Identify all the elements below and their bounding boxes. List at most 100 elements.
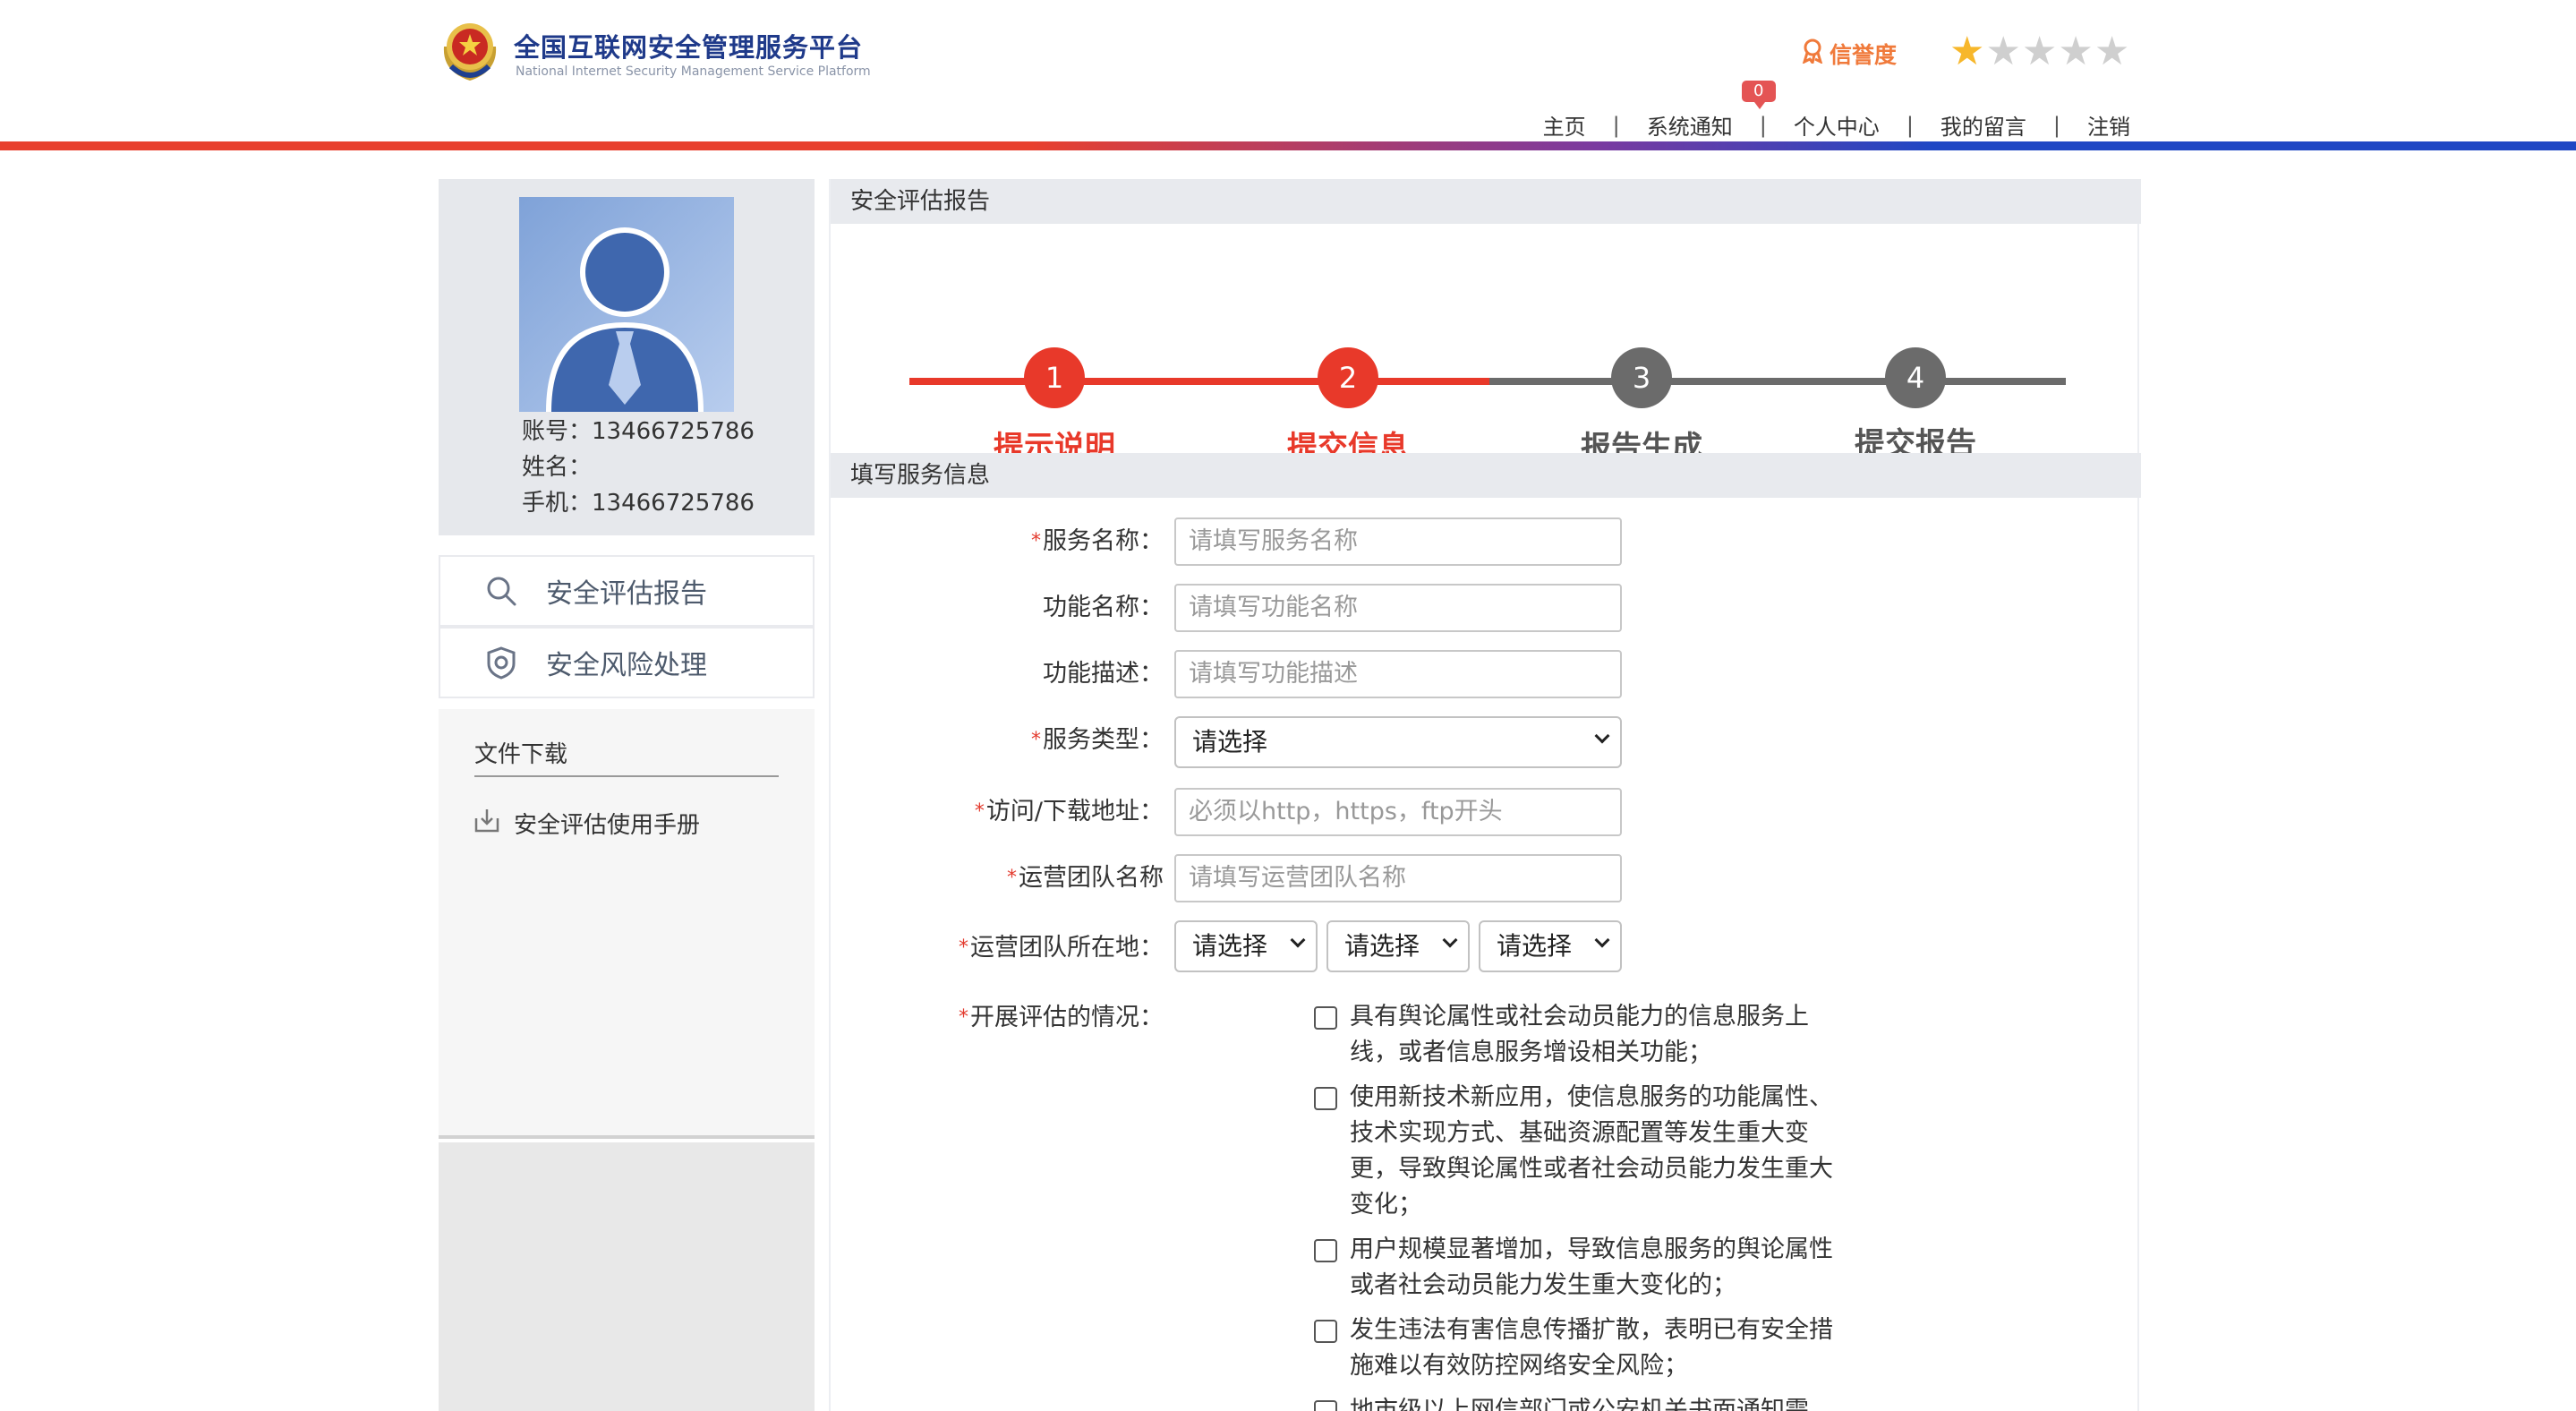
page-title: 安全评估报告 — [831, 179, 2141, 224]
situation-checkbox[interactable] — [1314, 1087, 1337, 1110]
required-asterisk: * — [959, 936, 968, 959]
header-gradient-bar — [0, 141, 2576, 150]
sidebar-filler — [439, 1142, 815, 1411]
file-download-title: 文件下载 — [474, 741, 568, 768]
nav-logout[interactable]: 注销 — [2087, 109, 2130, 141]
download-manual-label: 安全评估使用手册 — [514, 812, 701, 839]
situation-option-text: 用户规模显著增加，导致信息服务的舆论属性或者社会动员能力发生重大变化的； — [1350, 1236, 1833, 1299]
team-name-label: *运营团队名称 — [1007, 858, 1164, 893]
shield-icon — [483, 645, 519, 680]
city-select[interactable]: 请选择 — [1326, 920, 1470, 972]
sidebar-item-label: 安全评估报告 — [546, 578, 707, 610]
sidebar-item-security-report[interactable]: 安全评估报告 — [439, 555, 815, 627]
situation-option-text: 发生违法有害信息传播扩散，表明已有安全措施难以有效防控网络安全风险； — [1350, 1316, 1833, 1380]
situation-option: 地市级以上网信部门或公安机关书面通知需 — [1314, 1393, 1851, 1411]
required-asterisk: * — [974, 800, 985, 823]
function-name-label: 功能名称： — [1043, 594, 1164, 621]
service-type-value: 请选择 — [1192, 727, 1268, 757]
situation-checkbox[interactable] — [1314, 1320, 1337, 1343]
progress-track-pending — [1489, 378, 2066, 385]
nav-separator: | — [1759, 112, 1767, 138]
credit-label: 信誉度 — [1830, 42, 1898, 68]
team-name-input[interactable]: 请填写运营团队名称 — [1174, 854, 1622, 902]
required-asterisk: * — [1031, 530, 1041, 552]
credit-stars: ★ ★ ★ ★ ★ — [1949, 32, 2129, 72]
url-label: *访问/下载地址： — [975, 791, 1164, 826]
situation-label: *开展评估的情况： — [959, 997, 1164, 1032]
situation-option-text: 具有舆论属性或社会动员能力的信息服务上线，或者信息服务增设相关功能； — [1350, 1003, 1809, 1066]
function-desc-input[interactable]: 请填写功能描述 — [1174, 650, 1622, 698]
user-profile-card: 账号：13466725786 姓名： 手机：13466725786 — [439, 179, 815, 535]
nav-my-messages[interactable]: 我的留言 — [1941, 109, 2026, 141]
district-select[interactable]: 请选择 — [1479, 920, 1622, 972]
required-asterisk: * — [1031, 729, 1041, 751]
download-icon — [473, 806, 501, 841]
step-2-circle: 2 — [1318, 347, 1378, 408]
account-text: 账号：13466725786 — [522, 418, 755, 445]
service-type-label: *服务类型： — [1031, 720, 1164, 755]
section-title: 填写服务信息 — [831, 453, 2141, 498]
nav-personal-center[interactable]: 个人中心 — [1794, 109, 1880, 141]
province-select[interactable]: 请选择 — [1174, 920, 1318, 972]
star-empty-icon: ★ — [2021, 29, 2058, 74]
award-ribbon-icon — [1801, 38, 1824, 69]
credit-rating: 信誉度 — [1801, 38, 1897, 70]
download-manual-link[interactable]: 安全评估使用手册 — [473, 806, 700, 841]
situation-option: 使用新技术新应用，使信息服务的功能属性、技术实现方式、基础资源配置等发生重大变更… — [1314, 1080, 1851, 1223]
top-nav: 主页 | 系统通知 0 | 个人中心 | 我的留言 | 注销 — [1543, 81, 2130, 141]
step-3-circle: 3 — [1611, 347, 1672, 408]
police-emblem-logo — [439, 16, 501, 84]
sidebar-item-risk-handling[interactable]: 安全风险处理 — [439, 627, 815, 698]
service-name-label-text: 服务名称： — [1043, 527, 1164, 555]
city-value: 请选择 — [1344, 931, 1420, 961]
chevron-down-icon — [1290, 932, 1306, 948]
team-name-label-text: 运营团队名称 — [1019, 864, 1164, 892]
situation-option: 具有舆论属性或社会动员能力的信息服务上线，或者信息服务增设相关功能； — [1314, 999, 1851, 1071]
sidebar-item-label: 安全风险处理 — [546, 650, 707, 681]
name-text: 姓名： — [522, 454, 593, 481]
situation-option: 用户规模显著增加，导致信息服务的舆论属性或者社会动员能力发生重大变化的； — [1314, 1232, 1851, 1304]
star-empty-icon: ★ — [1985, 29, 2021, 74]
situation-checkbox[interactable] — [1314, 1006, 1337, 1030]
progress-track-done — [909, 378, 1489, 385]
district-value: 请选择 — [1497, 931, 1573, 961]
situation-checkbox[interactable] — [1314, 1400, 1337, 1411]
url-label-text: 访问/下载地址： — [985, 798, 1164, 825]
site-subtitle: National Internet Security Management Se… — [516, 64, 871, 79]
nav-system-notice-label: 系统通知 — [1646, 115, 1733, 140]
nav-separator: | — [2052, 112, 2060, 138]
situation-checkbox[interactable] — [1314, 1239, 1337, 1262]
search-icon — [483, 573, 519, 609]
progress-steps: 1 提示说明 2 提交信息 3 报告生成 4 提交报告 — [831, 224, 2141, 466]
page-header: 全国互联网安全管理服务平台 National Internet Security… — [0, 0, 2576, 152]
function-name-input[interactable]: 请填写功能名称 — [1174, 584, 1622, 632]
step-1-circle: 1 — [1024, 347, 1085, 408]
situation-option: 发生违法有害信息传播扩散，表明已有安全措施难以有效防控网络安全风险； — [1314, 1313, 1851, 1384]
team-location-label-text: 运营团队所在地： — [970, 934, 1164, 962]
situation-option-text: 地市级以上网信部门或公安机关书面通知需 — [1350, 1397, 1809, 1411]
phone-text: 手机：13466725786 — [522, 490, 755, 517]
chevron-down-icon — [1594, 932, 1610, 948]
user-info: 账号：13466725786 姓名： 手机：13466725786 — [522, 414, 755, 521]
chevron-down-icon — [1594, 728, 1610, 744]
team-location-label: *运营团队所在地： — [959, 928, 1164, 962]
service-type-label-text: 服务类型： — [1043, 726, 1164, 754]
service-type-select[interactable]: 请选择 — [1174, 716, 1622, 768]
nav-system-notice[interactable]: 系统通知 0 — [1646, 81, 1776, 141]
file-download-panel: 文件下载 安全评估使用手册 — [439, 709, 815, 1139]
notice-count-badge: 0 — [1741, 81, 1776, 109]
required-asterisk: * — [959, 1006, 968, 1029]
chevron-down-icon — [1442, 932, 1458, 948]
url-input[interactable]: 必须以http，https，ftp开头 — [1174, 788, 1622, 836]
function-desc-label: 功能描述： — [1043, 660, 1164, 688]
step-4-circle: 4 — [1885, 347, 1946, 408]
service-name-input[interactable]: 请填写服务名称 — [1174, 517, 1622, 566]
situation-option-text: 使用新技术新应用，使信息服务的功能属性、技术实现方式、基础资源配置等发生重大变更… — [1350, 1083, 1833, 1219]
nav-separator: | — [1906, 112, 1914, 138]
star-empty-icon: ★ — [2058, 29, 2094, 74]
required-asterisk: * — [1007, 867, 1017, 889]
service-name-label: *服务名称： — [1031, 521, 1164, 556]
nav-home[interactable]: 主页 — [1543, 109, 1586, 141]
main-content: 安全评估报告 1 提示说明 2 提交信息 3 报告生成 4 提交报告 填写服务信… — [829, 179, 2141, 1411]
sidebar: 账号：13466725786 姓名： 手机：13466725786 安全评估报告… — [439, 179, 815, 1411]
